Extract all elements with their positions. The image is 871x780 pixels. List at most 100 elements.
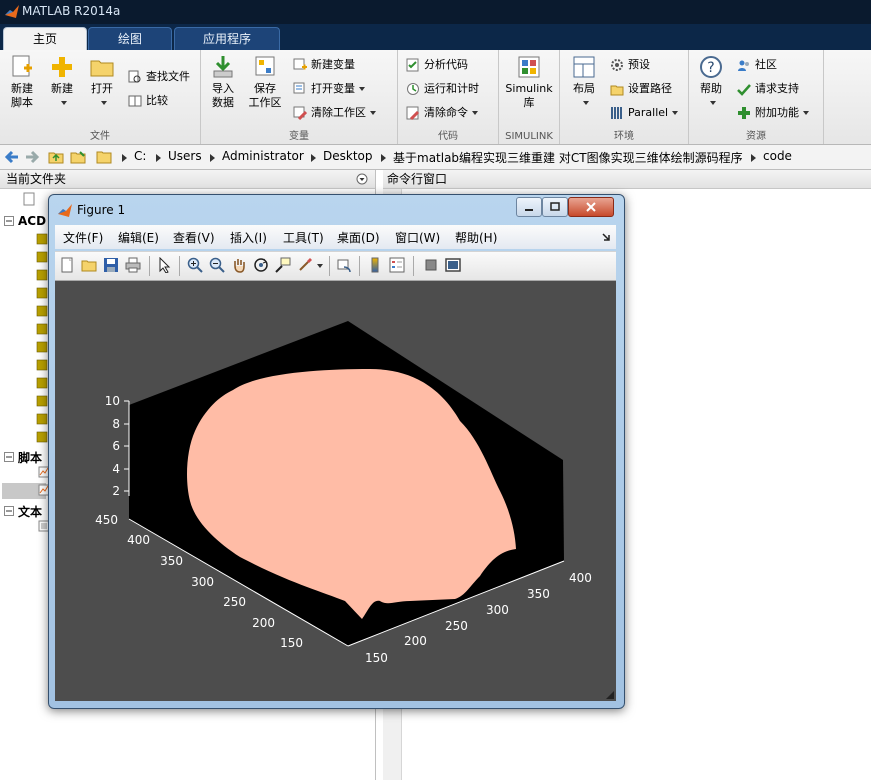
clear-workspace-button[interactable]: 清除工作区 — [293, 104, 376, 122]
tab-home[interactable]: 主页 — [3, 27, 87, 51]
colorbar-icon[interactable] — [367, 257, 383, 273]
command-window-header: 命令行窗口 — [383, 170, 871, 189]
new-script-label: 新建 脚本 — [11, 82, 33, 109]
open-label: 打开 — [91, 82, 113, 95]
up-folder-icon[interactable] — [48, 149, 64, 165]
collapse-icon[interactable] — [4, 506, 14, 516]
breadcrumb-desktop[interactable]: Desktop — [323, 149, 373, 163]
analyze-code-button[interactable]: 分析代码 — [406, 56, 468, 74]
x-tick-label: 150 — [365, 651, 388, 665]
maximize-button[interactable] — [542, 197, 568, 217]
show-plot-tools-icon[interactable] — [445, 257, 461, 273]
resize-grip-icon[interactable] — [606, 691, 614, 699]
close-button[interactable] — [568, 197, 614, 217]
save-workspace-button[interactable]: 保存 工作区 — [245, 54, 285, 110]
z-tick-label: 2 — [112, 484, 120, 498]
minimize-icon — [525, 209, 533, 211]
folder-group-acd[interactable]: ACD — [18, 214, 46, 228]
open-file-icon[interactable] — [81, 257, 97, 273]
add-ons-button[interactable]: 附加功能 — [737, 104, 809, 122]
group-environment-label: 环境 — [614, 131, 634, 142]
compare-button[interactable]: 比较 — [128, 92, 168, 110]
chevron-down-icon[interactable] — [317, 264, 323, 268]
set-path-button[interactable]: 设置路径 — [610, 80, 672, 98]
dock-arrow-icon[interactable] — [601, 232, 611, 242]
x-tick-label: 350 — [527, 587, 550, 601]
request-support-button[interactable]: 请求支持 — [737, 80, 799, 98]
new-script-button[interactable]: 新建 脚本 — [2, 54, 42, 110]
figure-menubar: 文件(F) 编辑(E) 查看(V) 插入(I) 工具(T) 桌面(D) 窗口(W… — [55, 225, 616, 249]
group-variable-label: 变量 — [289, 131, 309, 142]
app-title: MATLAB R2014a — [22, 4, 121, 18]
breadcrumb-c[interactable]: C: — [134, 149, 146, 163]
new-button[interactable]: 新建 — [42, 54, 82, 110]
chevron-down-icon — [472, 111, 478, 115]
pan-icon[interactable] — [231, 257, 247, 273]
open-variable-icon — [293, 82, 305, 94]
rotate-3d-icon[interactable] — [253, 257, 269, 273]
preferences-button[interactable]: 预设 — [610, 56, 650, 74]
breadcrumb-project-folder[interactable]: 基于matlab编程实现三维重建 对CT图像实现三维体绘制源码程序 — [393, 149, 743, 166]
save-workspace-icon — [255, 56, 275, 76]
file-icon-column — [36, 232, 48, 452]
collapse-icon[interactable] — [4, 216, 14, 226]
surface-plot[interactable]: 2 4 6 8 10 150 200 250 300 350 400 450 1… — [55, 281, 616, 701]
minimize-button[interactable] — [516, 197, 542, 217]
brush-icon[interactable] — [297, 257, 313, 273]
legend-icon[interactable] — [389, 257, 405, 273]
layout-button[interactable]: 布局 — [564, 54, 604, 110]
panel-menu-icon[interactable] — [356, 173, 368, 185]
menu-insert[interactable]: 插入(I) — [230, 229, 267, 246]
chevron-down-icon — [710, 101, 716, 105]
community-button[interactable]: 社区 — [737, 56, 777, 74]
hide-plot-tools-icon[interactable] — [423, 257, 439, 273]
z-tick-label: 10 — [105, 394, 120, 408]
figure-window[interactable]: Figure 1 文件(F) 编辑(E) 查看(V) 插入(I) 工具(T) 桌… — [48, 194, 625, 709]
breadcrumb-code[interactable]: code — [763, 149, 792, 163]
breadcrumb-administrator[interactable]: Administrator — [222, 149, 304, 163]
folder-group-text[interactable]: 文本 — [18, 503, 42, 520]
back-arrow-icon[interactable] — [4, 149, 20, 165]
clear-commands-label: 清除命令 — [424, 106, 468, 119]
menu-desktop[interactable]: 桌面(D) — [337, 229, 380, 246]
new-script-icon — [12, 55, 32, 77]
link-plot-icon[interactable] — [337, 257, 353, 273]
menu-view[interactable]: 查看(V) — [173, 229, 215, 246]
menu-help[interactable]: 帮助(H) — [455, 229, 497, 246]
pointer-icon[interactable] — [157, 257, 173, 273]
help-button[interactable]: ? 帮助 — [691, 54, 731, 110]
menu-window[interactable]: 窗口(W) — [395, 229, 440, 246]
save-icon[interactable] — [103, 257, 119, 273]
open-button[interactable]: 打开 — [82, 54, 122, 110]
print-icon[interactable] — [125, 257, 141, 273]
open-variable-button[interactable]: 打开变量 — [293, 80, 365, 98]
breadcrumb-users[interactable]: Users — [168, 149, 202, 163]
find-files-button[interactable]: 查找文件 — [128, 68, 190, 86]
forward-arrow-icon[interactable] — [24, 149, 40, 165]
figure-toolbar — [55, 251, 616, 281]
parallel-label: Parallel — [628, 106, 669, 119]
menu-tools[interactable]: 工具(T) — [283, 229, 324, 246]
import-data-button[interactable]: 导入 数据 — [203, 54, 243, 110]
tab-apps[interactable]: 应用程序 — [174, 27, 280, 51]
simulink-library-button[interactable]: Simulink 库 — [505, 54, 553, 110]
y-tick-label: 200 — [252, 616, 275, 630]
collapse-icon[interactable] — [4, 452, 14, 462]
parallel-button[interactable]: Parallel — [610, 104, 679, 122]
menu-file[interactable]: 文件(F) — [63, 229, 103, 246]
data-cursor-icon[interactable] — [275, 257, 291, 273]
run-and-time-button[interactable]: 运行和计时 — [406, 80, 479, 98]
browse-folder-icon[interactable] — [70, 149, 86, 165]
zoom-in-icon[interactable] — [187, 257, 203, 273]
new-figure-icon[interactable] — [59, 257, 75, 273]
plus-icon — [52, 57, 72, 77]
new-variable-button[interactable]: 新建变量 — [293, 56, 355, 74]
figure-canvas[interactable]: 2 4 6 8 10 150 200 250 300 350 400 450 1… — [55, 281, 616, 701]
menu-edit[interactable]: 编辑(E) — [118, 229, 159, 246]
clear-commands-button[interactable]: 清除命令 — [406, 104, 478, 122]
clear-workspace-label: 清除工作区 — [311, 106, 366, 119]
zoom-out-icon[interactable] — [209, 257, 225, 273]
folder-group-scripts[interactable]: 脚本 — [18, 449, 42, 466]
help-label: 帮助 — [700, 82, 722, 95]
tab-plots[interactable]: 绘图 — [88, 27, 172, 51]
